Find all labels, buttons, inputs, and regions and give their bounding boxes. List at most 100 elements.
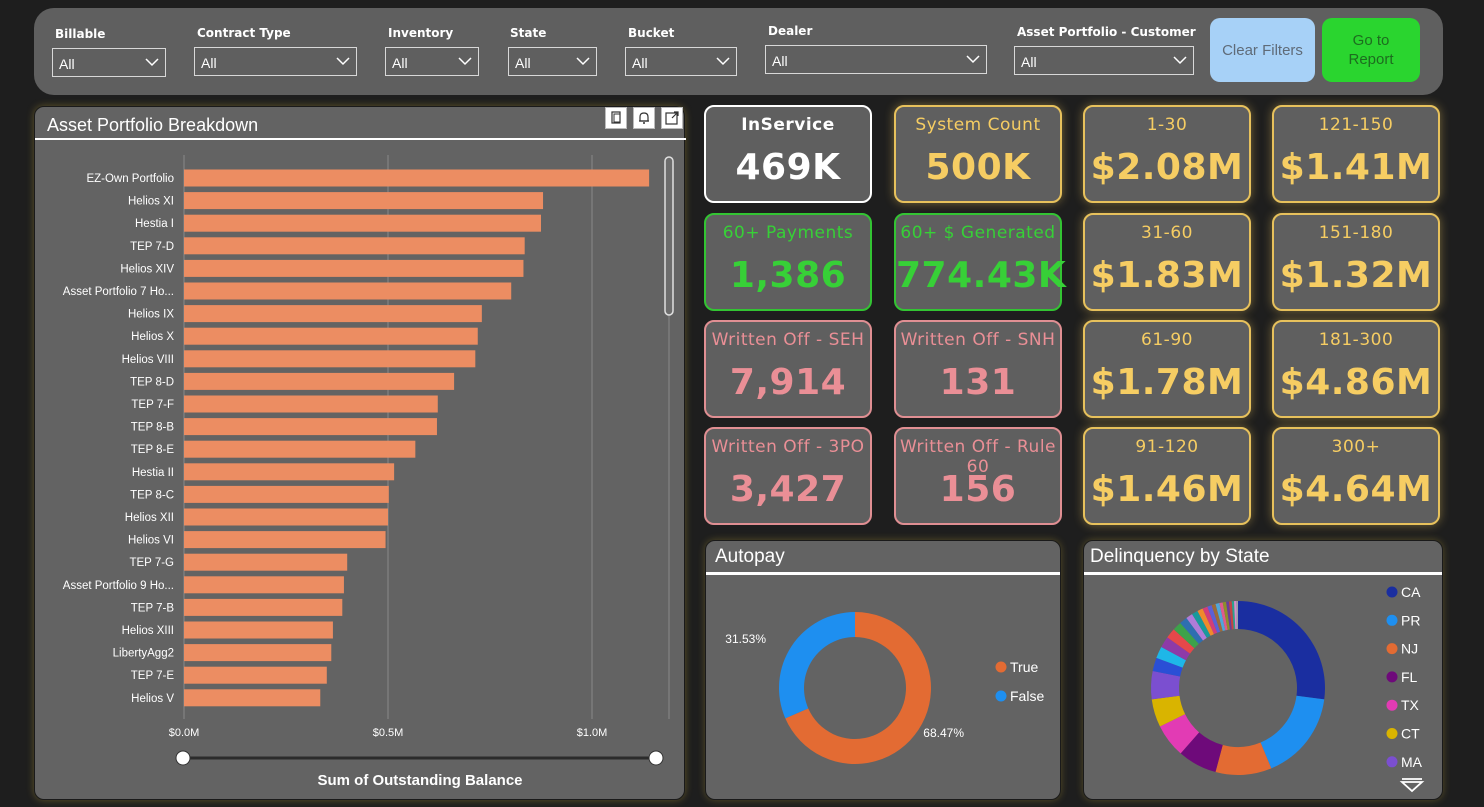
legend-label[interactable]: TX [1401, 697, 1420, 713]
delinquency-donut-chart: CA PR NJ FL TX CT MA [1151, 584, 1425, 793]
bucket-dropdown[interactable]: All [625, 47, 737, 76]
filter-billable: Billable [55, 27, 105, 43]
system-count-card: System Count 500K [894, 105, 1062, 203]
card-value: $1.46M [1090, 469, 1244, 510]
card-label: 300+ [1331, 437, 1381, 457]
bar[interactable] [184, 395, 438, 413]
category-label: Helios XIV [120, 263, 174, 275]
60-generated-card: 60+ $ Generated 774.43K [894, 213, 1066, 311]
x-axis-title: Sum of Outstanding Balance [317, 772, 522, 789]
category-label: Helios XI [128, 196, 174, 208]
written-off-seh-card: Written Off - SEH 7,914 [704, 320, 872, 418]
bar[interactable] [184, 644, 332, 662]
card-value: 1,386 [729, 255, 847, 296]
go-to-report-button[interactable]: Go to Report [1322, 18, 1420, 82]
written-off-snh-card: Written Off - SNH 131 [894, 320, 1062, 418]
card-value: $1.32M [1279, 255, 1433, 296]
state-dropdown[interactable]: All [508, 47, 597, 76]
bar[interactable] [184, 418, 437, 436]
bar[interactable] [184, 282, 512, 300]
inventory-dropdown[interactable]: All [385, 47, 479, 76]
bar[interactable] [184, 531, 386, 549]
legend-label[interactable]: False [1010, 688, 1044, 704]
legend-more-arrow-icon[interactable] [1399, 781, 1425, 793]
bar[interactable] [184, 598, 343, 616]
legend-label[interactable]: CA [1401, 584, 1421, 600]
bar[interactable] [184, 259, 524, 277]
bar[interactable] [184, 350, 476, 368]
bar[interactable] [184, 689, 321, 707]
filter-label: Billable [55, 27, 106, 41]
legend-dot [1386, 586, 1398, 598]
bar[interactable] [184, 214, 541, 232]
bar[interactable] [184, 372, 455, 390]
chevron-down-icon [576, 57, 590, 66]
dropdown-value: All [515, 55, 531, 71]
range-slider-end-handle[interactable] [648, 750, 664, 766]
card-label: 181-300 [1318, 330, 1394, 350]
legend-dot [1386, 643, 1398, 655]
range-slider-start-handle[interactable] [175, 750, 191, 766]
bucket-1-30-card: 1-30 $2.08M [1083, 105, 1251, 203]
bucket-300-plus-card: 300+ $4.64M [1272, 427, 1440, 525]
filter-label: State [510, 26, 547, 40]
card-label: 1-30 [1146, 115, 1188, 135]
scrollbar-thumb[interactable] [664, 156, 674, 316]
bar[interactable] [184, 576, 344, 594]
dropdown-value: All [59, 56, 75, 72]
bar[interactable] [184, 237, 525, 255]
card-value: 7,914 [729, 362, 847, 403]
bar[interactable] [184, 169, 650, 187]
bucket-61-90-card: 61-90 $1.78M [1083, 320, 1251, 418]
billable-dropdown[interactable]: All [52, 48, 166, 77]
donut-slice[interactable] [1238, 601, 1325, 700]
chevron-down-icon [716, 57, 730, 66]
category-label: Helios XIII [122, 625, 174, 637]
legend-label[interactable]: MA [1401, 754, 1423, 770]
bar[interactable] [184, 192, 544, 210]
card-label: 60+ $ Generated [900, 223, 1056, 243]
donut-slice[interactable] [779, 612, 855, 719]
bar[interactable] [184, 553, 348, 571]
legend-label[interactable]: FL [1401, 669, 1418, 685]
chevron-down-icon [145, 58, 159, 67]
filter-contract-type: Contract Type [197, 26, 291, 42]
bucket-181-300-card: 181-300 $4.86M [1272, 320, 1440, 418]
clear-filters-button[interactable]: Clear Filters [1210, 18, 1315, 82]
written-off-rule-60-card: Written Off - Rule 60 156 [894, 427, 1062, 525]
bar[interactable] [184, 666, 327, 684]
filter-label: Contract Type [197, 26, 291, 40]
dropdown-value: All [772, 53, 788, 69]
category-label: TEP 8-B [131, 422, 175, 434]
bar-chart: EZ-Own Portfolio Helios XI Hestia I TEP 7-D… [63, 155, 674, 789]
bar[interactable] [184, 621, 333, 639]
filter-asset-portfolio-customer: Asset Portfolio - Customer [1017, 25, 1196, 41]
filter-label: Asset Portfolio - Customer [1017, 25, 1196, 39]
x-tick-label: $0.5M [373, 727, 404, 739]
bar[interactable] [184, 440, 416, 458]
dealer-dropdown[interactable]: All [765, 45, 987, 74]
card-label: InService [741, 115, 835, 135]
bar[interactable] [184, 508, 388, 526]
legend-dot [1386, 756, 1398, 768]
legend-dot [1386, 728, 1398, 739]
bar[interactable] [184, 463, 395, 481]
bar[interactable] [184, 327, 478, 345]
legend-label[interactable]: CT [1401, 726, 1420, 742]
written-off-3po-card: Written Off - 3PO 3,427 [704, 427, 872, 525]
asset-portfolio-customer-dropdown[interactable]: All [1014, 46, 1194, 75]
bar[interactable] [184, 485, 389, 503]
legend-label[interactable]: PR [1401, 612, 1420, 628]
chevron-down-icon [1173, 56, 1187, 65]
legend-label[interactable]: NJ [1401, 641, 1418, 657]
legend-label[interactable]: True [1010, 659, 1038, 675]
bar[interactable] [184, 305, 482, 323]
card-value: $4.86M [1279, 362, 1433, 403]
donut-slice[interactable] [1260, 695, 1325, 769]
legend-dot [995, 661, 1007, 673]
card-label: Written Off - SNH [900, 330, 1056, 350]
asset-portfolio-breakdown-panel: Asset Portfolio Breakdown EZ-Own Portfol… [34, 106, 686, 800]
contract-type-dropdown[interactable]: All [194, 47, 357, 76]
inservice-card: InService 469K [704, 105, 872, 203]
data-label: 68.47% [923, 726, 964, 740]
